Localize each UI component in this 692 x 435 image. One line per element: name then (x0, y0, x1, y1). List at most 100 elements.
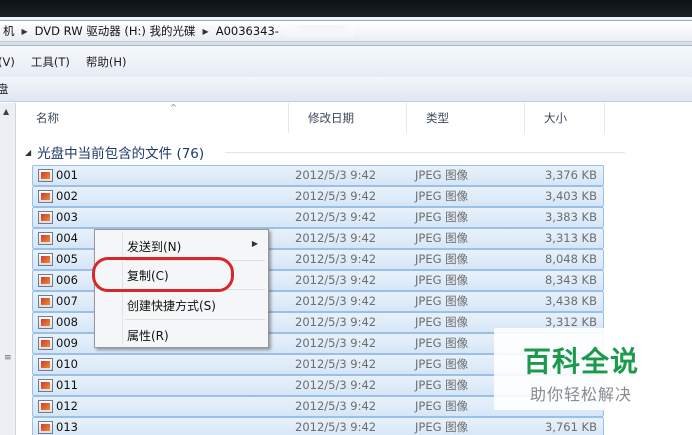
file-size: 3,761 KB (544, 420, 597, 434)
file-name: 012 (56, 399, 78, 413)
jpeg-file-icon (38, 274, 53, 287)
jpeg-file-icon (38, 421, 53, 434)
menu-item-create-shortcut[interactable]: 创建快捷方式(S) (127, 297, 216, 314)
file-date: 2012/5/3 9:42 (295, 210, 377, 224)
scroll-grip-icon[interactable]: ≡ (4, 353, 12, 363)
column-date[interactable]: 修改日期 (289, 103, 407, 133)
watermark: 百科全说 助你轻松解决 (494, 328, 668, 410)
file-date: 2012/5/3 9:42 (295, 399, 377, 413)
menu-tools[interactable]: 工具(T) (23, 54, 78, 70)
file-type: JPEG 图像 (415, 420, 469, 434)
chevron-right-icon[interactable]: ▶ (18, 27, 32, 36)
file-name: 006 (56, 273, 78, 287)
toolbar-burn-button[interactable]: 盘 (0, 81, 9, 97)
jpeg-file-icon (38, 337, 53, 350)
file-date: 2012/5/3 9:42 (295, 336, 377, 350)
jpeg-file-icon (38, 232, 53, 245)
address-bar[interactable]: 机 ▶ DVD RW 驱动器 (H:) 我的光碟 ▶ A0036343- (0, 17, 692, 46)
breadcrumb-folder[interactable]: A0036343- (213, 24, 282, 38)
file-row[interactable]: 002 2012/5/3 9:42 JPEG 图像 3,403 KB (32, 186, 604, 207)
jpeg-file-icon (38, 295, 53, 308)
breadcrumb-computer[interactable]: 机 (0, 23, 18, 39)
collapse-triangle-icon[interactable]: ◢ (25, 148, 31, 157)
file-size: 3,383 KB (544, 210, 597, 224)
file-date: 2012/5/3 9:42 (295, 252, 377, 266)
file-type: JPEG 图像 (415, 378, 469, 392)
file-date: 2012/5/3 9:42 (295, 273, 377, 287)
menu-separator (125, 319, 265, 320)
file-date: 2012/5/3 9:42 (295, 168, 377, 182)
file-row[interactable]: 013 2012/5/3 9:42 JPEG 图像 3,761 KB (32, 417, 604, 435)
menu-item-send-to[interactable]: 发送到(N) (127, 238, 181, 255)
file-name: 008 (56, 315, 78, 329)
file-name: 004 (56, 231, 78, 245)
file-type: JPEG 图像 (415, 189, 469, 203)
file-name: 002 (56, 189, 78, 203)
file-name: 001 (56, 168, 78, 182)
file-date: 2012/5/3 9:42 (295, 420, 377, 434)
annotation-highlight-ring (92, 257, 234, 292)
jpeg-file-icon (38, 358, 53, 371)
file-type: JPEG 图像 (415, 210, 469, 224)
file-size: 3,438 KB (544, 294, 597, 308)
file-size: 3,313 KB (544, 231, 597, 245)
scroll-up-icon[interactable]: ▲ (3, 107, 9, 116)
menu-bar: (V) 工具(T) 帮助(H) (0, 46, 692, 77)
file-name: 009 (56, 336, 78, 350)
breadcrumb-dvd-drive[interactable]: DVD RW 驱动器 (H:) 我的光碟 (32, 23, 199, 39)
column-type[interactable]: 类型 (407, 103, 525, 133)
file-name: 003 (56, 210, 78, 224)
toolbar: 盘 (0, 77, 692, 102)
watermark-title: 百科全说 (522, 345, 639, 378)
jpeg-file-icon (38, 253, 53, 266)
chevron-right-icon[interactable]: ▶ (199, 27, 213, 36)
jpeg-file-icon (38, 190, 53, 203)
breadcrumb[interactable]: 机 ▶ DVD RW 驱动器 (H:) 我的光碟 ▶ A0036343- (0, 20, 692, 42)
file-type: JPEG 图像 (415, 168, 469, 182)
jpeg-file-icon (38, 211, 53, 224)
menu-help[interactable]: 帮助(H) (78, 54, 135, 70)
file-row[interactable]: 003 2012/5/3 9:42 JPEG 图像 3,383 KB (32, 207, 604, 228)
group-header[interactable]: ◢ 光盘中当前包含的文件 (76) (25, 141, 204, 163)
file-type: JPEG 图像 (415, 294, 469, 308)
jpeg-file-icon (38, 169, 53, 182)
file-date: 2012/5/3 9:42 (295, 294, 377, 308)
file-row[interactable]: 001 2012/5/3 9:42 JPEG 图像 3,376 KB (32, 165, 604, 186)
file-type: JPEG 图像 (415, 315, 469, 329)
window-top-strip (0, 0, 692, 17)
jpeg-file-icon (38, 400, 53, 413)
file-date: 2012/5/3 9:42 (295, 357, 377, 371)
file-name: 005 (56, 252, 78, 266)
menu-item-properties[interactable]: 属性(R) (127, 327, 169, 344)
watermark-subtitle: 助你轻松解决 (529, 385, 632, 404)
jpeg-file-icon (38, 316, 53, 329)
file-name: 013 (56, 420, 78, 434)
file-type: JPEG 图像 (415, 252, 469, 266)
menu-view[interactable]: (V) (0, 55, 23, 69)
file-size: 3,403 KB (544, 189, 597, 203)
file-type: JPEG 图像 (415, 336, 469, 350)
submenu-arrow-icon: ▶ (251, 239, 258, 248)
file-size: 8,343 KB (544, 273, 597, 287)
file-type: JPEG 图像 (415, 231, 469, 245)
redacted-text (283, 25, 354, 37)
group-label: 光盘中当前包含的文件 (76) (37, 146, 205, 162)
file-date: 2012/5/3 9:42 (295, 315, 377, 329)
column-size[interactable]: 大小 (525, 103, 605, 133)
nav-pane-scrollbar[interactable]: ▲ ≡ (0, 103, 16, 435)
file-name: 011 (56, 378, 78, 392)
column-header-row: ^ 名称 修改日期 类型 大小 (17, 103, 692, 133)
file-size: 3,376 KB (544, 168, 597, 182)
column-name[interactable]: 名称 (17, 103, 289, 133)
file-size: 8,048 KB (544, 252, 597, 266)
file-date: 2012/5/3 9:42 (295, 189, 377, 203)
file-name: 010 (56, 357, 78, 371)
file-date: 2012/5/3 9:42 (295, 378, 377, 392)
file-date: 2012/5/3 9:42 (295, 231, 377, 245)
file-type: JPEG 图像 (415, 357, 469, 371)
file-type: JPEG 图像 (415, 399, 469, 413)
file-name: 007 (56, 294, 78, 308)
jpeg-file-icon (38, 379, 53, 392)
file-type: JPEG 图像 (415, 273, 469, 287)
group-divider (225, 152, 625, 153)
